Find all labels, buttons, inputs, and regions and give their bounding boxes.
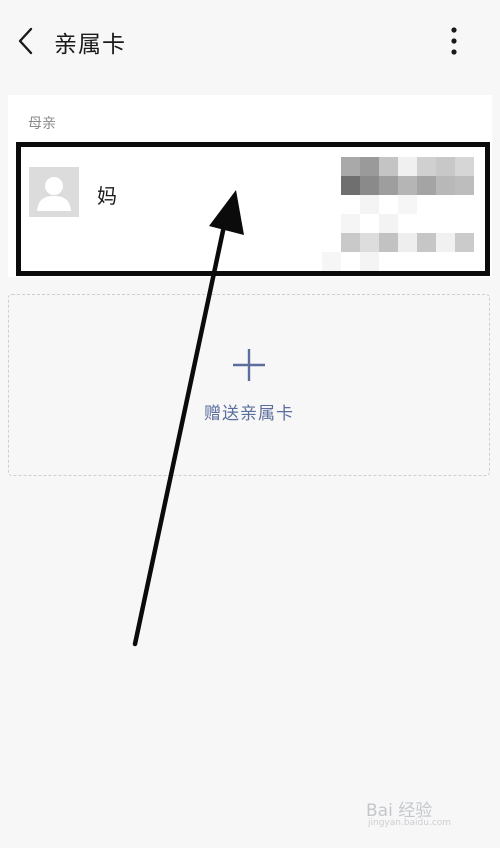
page-title: 亲属卡 — [54, 32, 126, 58]
back-chevron-icon[interactable] — [14, 26, 38, 56]
top-bar: 亲属卡 — [0, 0, 500, 84]
baidu-jingyan-watermark: Bai 经验 jingyan.baidu.com — [362, 794, 482, 834]
plus-icon — [231, 347, 267, 383]
gift-family-card-label: 赠送亲属卡 — [204, 404, 294, 424]
watermark-url: jingyan.baidu.com — [368, 818, 452, 828]
gift-family-card-button[interactable]: 赠送亲属卡 — [8, 294, 490, 476]
section-label: 母亲 — [28, 116, 56, 132]
more-options-icon[interactable] — [440, 24, 468, 58]
annotation-highlight-box — [16, 142, 490, 276]
